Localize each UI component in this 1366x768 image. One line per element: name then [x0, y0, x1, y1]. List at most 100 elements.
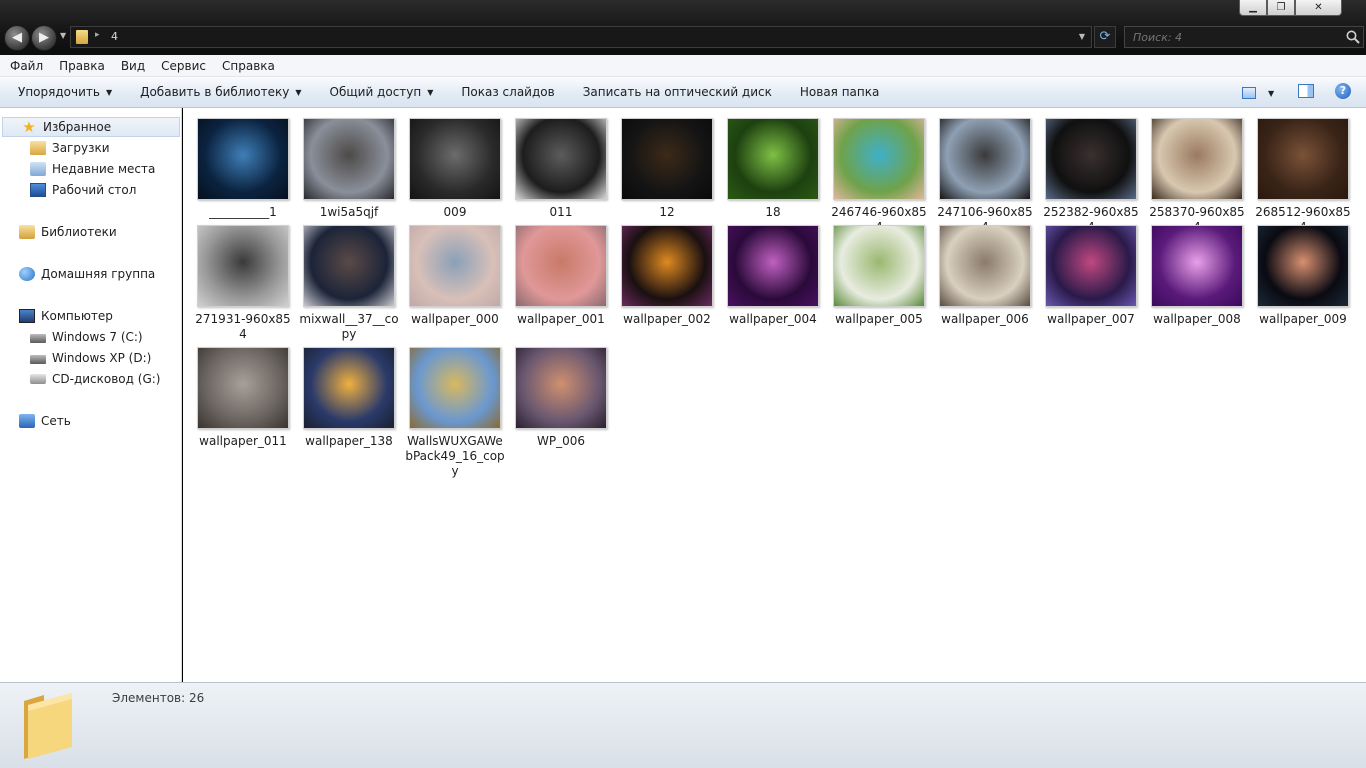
file-item[interactable]: wallpaper_004: [720, 225, 826, 327]
image-thumbnail[interactable]: [515, 118, 607, 200]
file-name[interactable]: wallpaper_007: [1038, 312, 1144, 327]
file-item[interactable]: 12: [614, 118, 720, 220]
menu-view[interactable]: Вид: [113, 59, 153, 73]
file-item[interactable]: wallpaper_006: [932, 225, 1038, 327]
file-item[interactable]: 258370-960x854: [1144, 118, 1250, 235]
file-name[interactable]: WP_006: [508, 434, 614, 449]
new-folder-button[interactable]: Новая папка: [790, 85, 889, 99]
nav-libraries[interactable]: Библиотеки: [19, 222, 117, 242]
image-thumbnail[interactable]: [621, 225, 713, 307]
file-name[interactable]: 011: [508, 205, 614, 220]
help-icon[interactable]: ?: [1335, 83, 1351, 99]
image-thumbnail[interactable]: [727, 225, 819, 307]
image-thumbnail[interactable]: [621, 118, 713, 200]
nav-drive-c[interactable]: Windows 7 (C:): [30, 327, 143, 347]
image-thumbnail[interactable]: [197, 118, 289, 200]
image-thumbnail[interactable]: [1257, 225, 1349, 307]
file-item[interactable]: WallsWUXGAWebPack49_16_copy: [402, 347, 508, 479]
image-thumbnail[interactable]: [197, 347, 289, 429]
add-to-library-button[interactable]: Добавить в библиотеку ▼: [130, 85, 311, 99]
menu-edit[interactable]: Правка: [51, 59, 113, 73]
image-thumbnail[interactable]: [303, 118, 395, 200]
file-name[interactable]: wallpaper_005: [826, 312, 932, 327]
file-name[interactable]: wallpaper_138: [296, 434, 402, 449]
file-item[interactable]: wallpaper_008: [1144, 225, 1250, 327]
image-thumbnail[interactable]: [303, 347, 395, 429]
image-thumbnail[interactable]: [833, 225, 925, 307]
nav-computer[interactable]: Компьютер: [19, 306, 113, 326]
file-name[interactable]: 18: [720, 205, 826, 220]
image-thumbnail[interactable]: [1045, 225, 1137, 307]
image-thumbnail[interactable]: [1257, 118, 1349, 200]
breadcrumb-current[interactable]: 4: [111, 30, 118, 43]
file-name[interactable]: wallpaper_009: [1250, 312, 1356, 327]
nav-network[interactable]: Сеть: [19, 411, 71, 431]
image-thumbnail[interactable]: [409, 118, 501, 200]
nav-desktop[interactable]: Рабочий стол: [30, 180, 136, 200]
share-button[interactable]: Общий доступ ▼: [320, 85, 444, 99]
file-name[interactable]: 271931-960x854: [190, 312, 296, 342]
menu-tools[interactable]: Сервис: [153, 59, 214, 73]
file-name[interactable]: wallpaper_011: [190, 434, 296, 449]
file-name[interactable]: wallpaper_002: [614, 312, 720, 327]
file-item[interactable]: 1wi5a5qjf: [296, 118, 402, 220]
file-name[interactable]: wallpaper_004: [720, 312, 826, 327]
file-item[interactable]: 247106-960x854: [932, 118, 1038, 235]
image-thumbnail[interactable]: [409, 347, 501, 429]
file-name[interactable]: mixwall__37__copy: [296, 312, 402, 342]
image-thumbnail[interactable]: [515, 225, 607, 307]
organize-button[interactable]: Упорядочить ▼: [8, 85, 122, 99]
file-name[interactable]: wallpaper_001: [508, 312, 614, 327]
nav-homegroup[interactable]: Домашняя группа: [19, 264, 155, 284]
slideshow-button[interactable]: Показ слайдов: [451, 85, 564, 99]
image-thumbnail[interactable]: [1151, 225, 1243, 307]
search-icon[interactable]: [1345, 29, 1361, 45]
image-thumbnail[interactable]: [939, 118, 1031, 200]
address-bar[interactable]: ▸ 4 ▼: [70, 26, 1092, 48]
file-item[interactable]: 18: [720, 118, 826, 220]
image-thumbnail[interactable]: [303, 225, 395, 307]
history-dropdown-icon[interactable]: ▼: [60, 31, 66, 40]
file-item[interactable]: 011: [508, 118, 614, 220]
minimize-button[interactable]: ▁: [1239, 0, 1267, 16]
file-name[interactable]: 009: [402, 205, 508, 220]
menu-file[interactable]: Файл: [2, 59, 51, 73]
nav-favorites[interactable]: ★ Избранное: [2, 117, 180, 137]
file-item[interactable]: 246746-960x854: [826, 118, 932, 235]
image-thumbnail[interactable]: [409, 225, 501, 307]
file-item[interactable]: WP_006: [508, 347, 614, 449]
file-name[interactable]: 1wi5a5qjf: [296, 205, 402, 220]
file-item[interactable]: __________1: [190, 118, 296, 220]
nav-downloads[interactable]: Загрузки: [30, 138, 110, 158]
file-item[interactable]: 009: [402, 118, 508, 220]
file-item[interactable]: wallpaper_009: [1250, 225, 1356, 327]
file-item[interactable]: mixwall__37__copy: [296, 225, 402, 342]
forward-button[interactable]: ▶: [31, 25, 57, 51]
file-item[interactable]: wallpaper_138: [296, 347, 402, 449]
close-button[interactable]: ✕: [1295, 0, 1342, 16]
image-thumbnail[interactable]: [197, 225, 289, 307]
file-item[interactable]: wallpaper_002: [614, 225, 720, 327]
file-name[interactable]: __________1: [190, 205, 296, 220]
file-item[interactable]: wallpaper_005: [826, 225, 932, 327]
file-name[interactable]: 12: [614, 205, 720, 220]
image-thumbnail[interactable]: [515, 347, 607, 429]
file-name[interactable]: wallpaper_006: [932, 312, 1038, 327]
file-name[interactable]: wallpaper_008: [1144, 312, 1250, 327]
file-item[interactable]: 252382-960x854: [1038, 118, 1144, 235]
file-item[interactable]: wallpaper_011: [190, 347, 296, 449]
image-thumbnail[interactable]: [1151, 118, 1243, 200]
file-item[interactable]: wallpaper_001: [508, 225, 614, 327]
image-thumbnail[interactable]: [1045, 118, 1137, 200]
address-dropdown-icon[interactable]: ▼: [1079, 32, 1085, 41]
image-thumbnail[interactable]: [727, 118, 819, 200]
search-input[interactable]: [1124, 26, 1364, 48]
back-button[interactable]: ◀: [4, 25, 30, 51]
refresh-icon[interactable]: ⟳: [1094, 26, 1116, 48]
file-name[interactable]: WallsWUXGAWebPack49_16_copy: [402, 434, 508, 479]
burn-button[interactable]: Записать на оптический диск: [573, 85, 782, 99]
preview-pane-icon[interactable]: [1298, 84, 1314, 98]
file-item[interactable]: 268512-960x854: [1250, 118, 1356, 235]
maximize-button[interactable]: ❐: [1267, 0, 1295, 16]
image-thumbnail[interactable]: [833, 118, 925, 200]
